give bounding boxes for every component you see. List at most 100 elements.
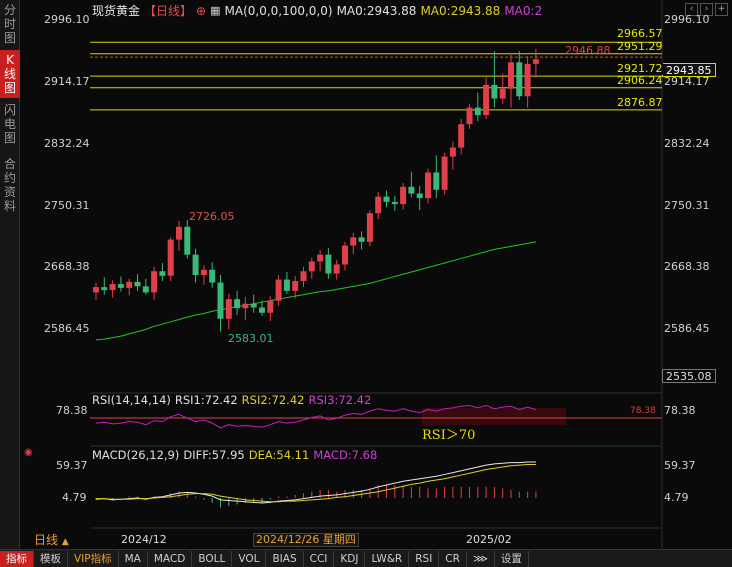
period-label[interactable]: 【日线】 [144,2,192,19]
candle-body [142,286,149,293]
toolbar-item-10[interactable]: LW&R [365,550,410,567]
candle-body [425,172,431,199]
toolbar-item-6[interactable]: VOL [232,550,267,567]
macd-value: MACD:7.68 [313,448,378,462]
image-icon[interactable]: ▦ [210,4,220,17]
diff-value: DIFF:57.95 [183,448,245,462]
right-axis-tick: 2668.38 [664,260,710,273]
right-axis-tick: 2996.10 [664,13,710,26]
rsi1-value: RSI1:72.42 [174,393,238,407]
level-label: 2946.88 [565,44,611,57]
rsi-left-level: 78.38 [56,404,88,417]
toolbar-item-13[interactable]: ⋙ [467,550,495,567]
cursor-date: 2024/12/26 星期四 [253,533,359,547]
candle-body [275,279,282,301]
expand-icon[interactable]: + [715,3,728,16]
candle-body [391,201,398,205]
level-label: 2906.24 [617,74,663,87]
candle-body [209,269,216,283]
candle-body [234,299,241,309]
chart-header: 现货黄金 【日线】 ⊕ ▦ MA(0,0,0,100,0,0) MA0:2943… [92,2,542,19]
toolbar-item-8[interactable]: CCI [304,550,335,567]
left-axis-tick: 2832.24 [44,137,90,150]
rsi-header: RSI(14,14,14) RSI1:72.42 RSI2:72.42 RSI3… [92,393,371,407]
time-label: 2025/02 [466,533,512,546]
candle-body [516,62,523,97]
candle-body [217,282,224,319]
candle-body [151,271,158,293]
candle-body [192,254,199,276]
candle-body [350,237,357,246]
candle-body [441,156,448,190]
candle-body [200,269,207,276]
candle-body [499,88,506,99]
candle-body [466,107,473,125]
period-switch[interactable]: 日线 ▲ [34,534,69,548]
candle-body [366,213,373,242]
toolbar-item-11[interactable]: RSI [409,550,440,567]
dea-value: DEA:54.11 [248,448,310,462]
candle-body [317,254,324,262]
candle-body [167,239,174,276]
chart-app: 分时图 K线图 闪电图 合约资料 现货黄金 【日线】 ⊕ ▦ MA(0,0,0,… [0,0,732,567]
candle-body [176,226,182,240]
candle-body [383,196,390,202]
record-icon[interactable]: ◉ [24,447,33,459]
current-price-badge: 2943.85 [662,63,716,77]
candle-body [126,281,133,288]
toolbar-item-1[interactable]: 模板 [34,550,68,567]
candle-body [267,300,274,313]
toolbar-item-9[interactable]: KDJ [334,550,366,567]
rsi3-value: RSI3:72.42 [308,393,372,407]
right-axis-tick: 2750.31 [664,199,710,212]
ma-line [95,241,536,341]
rsi-params: RSI(14,14,14) [92,393,171,407]
candle-body [408,186,415,194]
high-annotation: 2726.05 [189,210,235,223]
rsi-note: RSI＞70 [422,428,476,443]
macd-left-bottom: 4.79 [62,491,87,504]
candle-body [524,63,531,97]
candle-body [109,284,116,291]
candle-body [184,226,191,255]
ma0-b-value: MA0:2 [504,3,543,18]
rsi-overlay-level: 78.38 [630,406,656,416]
low-annotation: 2583.01 [228,332,274,345]
candle-body [532,59,539,64]
candle-body [117,284,124,288]
rsi2-value: RSI2:72.42 [241,393,305,407]
candle-body [458,124,465,148]
left-axis-tick: 2586.45 [44,322,90,335]
candle-body [400,186,407,205]
candle-body [416,193,423,199]
toolbar-item-3[interactable]: MA [119,550,148,567]
candle-body [375,196,382,214]
right-axis-tick: 2586.45 [664,322,710,335]
left-axis-tick: 2914.17 [44,75,90,88]
candle-body [491,84,498,99]
toolbar-item-12[interactable]: CR [439,550,467,567]
right-axis-tick: 2832.24 [664,137,710,150]
candle-body [134,281,141,287]
toolbar-item-0[interactable]: 指标 [0,550,34,567]
toolbar-item-5[interactable]: BOLL [192,550,233,567]
candle-body [474,107,481,116]
time-label: 2024/12 [121,533,167,546]
macd-right-top: 59.37 [664,459,696,472]
candle-body [242,303,249,309]
caret-up-icon: ▲ [61,537,69,547]
macd-right-bottom: 4.79 [664,491,689,504]
indicator-toolbar: 指标 模板 VIP指标 MA MACD BOLL VOL BIAS CCI KDJ LW&R RSI C… [0,549,732,567]
add-icon[interactable]: ⊕ [196,4,206,18]
toolbar-item-4[interactable]: MACD [148,550,193,567]
axis-bottom-value: 2535.08 [662,369,716,383]
left-axis-tick: 2996.10 [44,13,90,26]
candle-body [508,62,514,89]
candle-body [300,271,307,282]
toolbar-item-14[interactable]: 设置 [495,550,529,567]
candle-body [259,307,265,313]
toolbar-item-7[interactable]: BIAS [266,550,304,567]
ma-params: MA(0,0,0,100,0,0) [224,3,333,18]
candle-body [101,287,108,291]
toolbar-item-2[interactable]: VIP指标 [68,550,119,567]
